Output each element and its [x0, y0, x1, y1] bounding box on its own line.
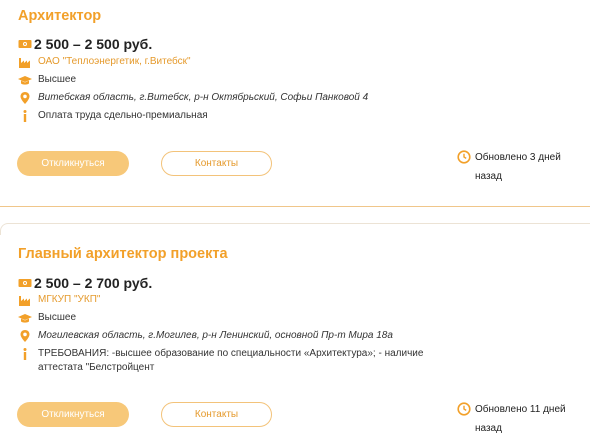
- vacancy-title[interactable]: Архитектор: [18, 8, 101, 24]
- salary-value: 2 500 – 2 700 руб.: [34, 275, 153, 291]
- location-pin-icon: [18, 91, 32, 105]
- vacancy-card: Главный архитектор проекта 2 500 – 2 700…: [0, 230, 590, 445]
- salary-row: 2 500 – 2 500 руб.: [18, 36, 152, 52]
- info-icon: [18, 347, 32, 361]
- salary-value: 2 500 – 2 500 руб.: [34, 36, 153, 52]
- info-value: Оплата труда сдельно-премиальная: [38, 110, 208, 121]
- education-row: Высшее: [18, 311, 76, 325]
- money-icon: [18, 37, 32, 51]
- factory-icon: [18, 293, 32, 307]
- money-icon: [18, 276, 32, 290]
- vacancy-card: Архитектор 2 500 – 2 500 руб. ОАО "Тепло…: [0, 0, 590, 206]
- company-link[interactable]: МГКУП "УКП": [38, 293, 100, 307]
- updated-text: Обновлено 3 дней назад: [475, 152, 561, 182]
- contacts-button[interactable]: Контакты: [161, 402, 272, 427]
- graduation-cap-icon: [18, 311, 32, 325]
- address-value: Могилевская область, г.Могилев, р-н Лени…: [38, 330, 393, 341]
- info-value: ТРЕБОВАНИЯ: -высшее образование по специ…: [38, 348, 424, 373]
- education-value: Высшее: [38, 74, 77, 85]
- address-row: Витебская область, г.Витебск, р-н Октябр…: [18, 91, 368, 105]
- updated-status: Обновлено 11 дней назад: [457, 400, 585, 438]
- clock-icon: [457, 402, 471, 416]
- info-row: ТРЕБОВАНИЯ: -высшее образование по специ…: [18, 347, 438, 375]
- company-row: МГКУП "УКП": [18, 293, 100, 307]
- updated-text: Обновлено 11 дней назад: [475, 404, 566, 434]
- updated-status: Обновлено 3 дней назад: [457, 148, 585, 186]
- company-link[interactable]: ОАО "Теплоэнергетик, г.Витебск": [38, 55, 191, 69]
- factory-icon: [18, 55, 32, 69]
- graduation-cap-icon: [18, 73, 32, 87]
- contacts-button[interactable]: Контакты: [161, 151, 272, 176]
- vacancy-title[interactable]: Главный архитектор проекта: [18, 246, 228, 262]
- respond-button[interactable]: Откликнуться: [17, 151, 129, 176]
- clock-icon: [457, 150, 471, 164]
- respond-button[interactable]: Откликнуться: [17, 402, 129, 427]
- education-row: Высшее: [18, 73, 76, 87]
- info-row: Оплата труда сдельно-премиальная: [18, 109, 208, 123]
- card-divider: [0, 206, 590, 207]
- company-row: ОАО "Теплоэнергетик, г.Витебск": [18, 55, 191, 69]
- salary-row: 2 500 – 2 700 руб.: [18, 275, 152, 291]
- address-row: Могилевская область, г.Могилев, р-н Лени…: [18, 329, 393, 343]
- info-icon: [18, 109, 32, 123]
- education-value: Высшее: [38, 312, 77, 323]
- location-pin-icon: [18, 329, 32, 343]
- address-value: Витебская область, г.Витебск, р-н Октябр…: [38, 92, 369, 103]
